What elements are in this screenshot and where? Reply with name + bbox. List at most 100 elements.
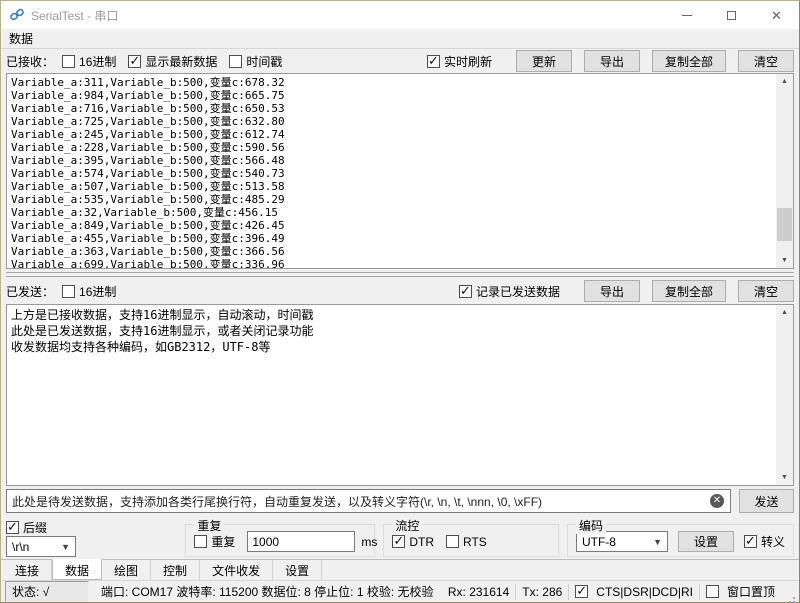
checkbox-icon[interactable]	[706, 585, 719, 598]
tab[interactable]: 设置	[273, 560, 322, 580]
send-input-wrap: ✕	[6, 489, 731, 513]
checkbox-icon[interactable]	[392, 535, 405, 548]
received-toolbar: 已接收： 16进制 显示最新数据 时间戳 实时刷新 更新导出复制全部清空	[1, 49, 799, 73]
tab[interactable]: 文件收发	[200, 560, 273, 580]
clear-input-icon[interactable]: ✕	[710, 494, 724, 508]
chevron-down-icon: ▼	[61, 542, 70, 552]
encoding-group: 编码 UTF-8 ▼ 设置 转义	[567, 524, 794, 557]
close-icon: ✕	[771, 9, 782, 22]
received-line: Variable_a:363,Variable_b:500,变量c:366.56	[11, 245, 771, 258]
checkbox-icon[interactable]	[427, 55, 440, 68]
status-state-box: 状态: √	[5, 581, 89, 602]
checkbox-icon[interactable]	[744, 535, 757, 548]
received-action-button[interactable]: 更新	[516, 50, 572, 72]
received-button-group: 更新导出复制全部清空	[504, 50, 794, 72]
scroll-up-icon[interactable]: ▲	[776, 74, 793, 89]
record-sent-checkbox[interactable]: 记录已发送数据	[459, 283, 560, 300]
sent-data-pane[interactable]: 上方是已接收数据，支持16进制显示，自动滚动，时间戳此处是已发送数据，支持16进…	[6, 304, 794, 486]
received-scrollbar[interactable]: ▲ ▼	[776, 74, 793, 268]
checkbox-icon[interactable]	[194, 535, 207, 548]
encoding-set-button[interactable]: 设置	[678, 531, 734, 552]
repeat-checkbox[interactable]: 重复	[194, 533, 235, 550]
status-bar: 状态: √ 端口: COM17 波特率: 115200 数据位: 8 停止位: …	[1, 580, 799, 602]
sent-lines: 上方是已接收数据，支持16进制显示，自动滚动，时间戳此处是已发送数据，支持16进…	[7, 306, 775, 485]
send-button[interactable]: 发送	[739, 489, 794, 513]
received-line: Variable_a:984,Variable_b:500,变量c:665.75	[11, 89, 771, 102]
tx-counter: Tx: 286	[515, 584, 568, 600]
menu-data[interactable]: 数据	[1, 28, 41, 49]
received-data-pane[interactable]: Variable_a:311,Variable_b:500,变量c:678.32…	[6, 73, 794, 269]
received-option-checkbox[interactable]: 显示最新数据	[128, 53, 217, 70]
sent-line: 上方是已接收数据，支持16进制显示，自动滚动，时间戳	[11, 307, 771, 323]
received-line: Variable_a:228,Variable_b:500,变量c:590.56	[11, 141, 771, 154]
received-option-checkbox[interactable]: 时间戳	[229, 53, 282, 70]
checkbox-icon[interactable]	[229, 55, 242, 68]
minimize-button[interactable]	[664, 1, 709, 29]
encoding-select[interactable]: UTF-8 ▼	[576, 531, 668, 552]
menu-bar: 数据	[1, 29, 799, 49]
title-bar: SerialTest - 串口 ✕	[1, 1, 799, 29]
checkbox-icon[interactable]	[62, 55, 75, 68]
suffix-section: 后缀 \r\n ▼	[6, 518, 185, 557]
minimize-icon	[682, 15, 692, 16]
repeat-group: 重复 重复 ms	[185, 524, 375, 557]
escape-checkbox[interactable]: 转义	[744, 533, 785, 550]
received-line: Variable_a:311,Variable_b:500,变量c:678.32	[11, 76, 771, 89]
signals-checkbox[interactable]: CTS|DSR|DCD|RI	[575, 585, 693, 599]
checkbox-icon[interactable]	[446, 535, 459, 548]
received-action-button[interactable]: 导出	[584, 50, 640, 72]
splitter-handle[interactable]	[6, 269, 794, 278]
flow-control-group: 流控 DTR RTS	[383, 524, 559, 557]
window-topmost-checkbox[interactable]: 窗口置顶	[706, 583, 775, 600]
sent-action-button[interactable]: 导出	[584, 280, 640, 302]
received-line: Variable_a:395,Variable_b:500,变量c:566.48	[11, 154, 771, 167]
received-line: Variable_a:32,Variable_b:500,变量c:456.15	[11, 206, 771, 219]
port-info: 端口: COM17 波特率: 115200 数据位: 8 停止位: 1 校验: …	[101, 583, 434, 600]
send-input[interactable]	[6, 489, 731, 513]
sent-line: 此处是已发送数据，支持16进制显示，或者关闭记录功能	[11, 323, 771, 339]
sent-button-group: 导出复制全部清空	[572, 280, 794, 302]
checkbox-icon[interactable]	[459, 285, 472, 298]
received-line: Variable_a:535,Variable_b:500,变量c:485.29	[11, 193, 771, 206]
realtime-refresh-checkbox[interactable]: 实时刷新	[427, 53, 492, 70]
rx-counter: Rx: 231614	[442, 584, 515, 600]
tab[interactable]: 控制	[151, 560, 200, 580]
tab-bar: 连接数据绘图控制文件收发设置	[1, 559, 799, 580]
app-icon	[9, 7, 25, 23]
received-action-button[interactable]: 复制全部	[652, 50, 726, 72]
repeat-interval-input[interactable]	[247, 531, 355, 552]
scrollbar-thumb[interactable]	[777, 208, 792, 241]
sent-action-button[interactable]: 复制全部	[652, 280, 726, 302]
close-button[interactable]: ✕	[754, 1, 799, 29]
suffix-checkbox[interactable]: 后缀	[6, 519, 185, 536]
tab[interactable]: 数据	[52, 559, 102, 580]
resize-grip[interactable]	[783, 583, 797, 601]
received-option-checkbox[interactable]: 16进制	[62, 53, 116, 70]
scroll-down-icon[interactable]: ▼	[776, 253, 793, 268]
checkbox-icon[interactable]	[575, 585, 588, 598]
topmost-item: 窗口置顶	[699, 584, 781, 600]
received-lines: Variable_a:311,Variable_b:500,变量c:678.32…	[7, 75, 775, 268]
received-line: Variable_a:725,Variable_b:500,变量c:632.80	[11, 115, 771, 128]
scroll-down-icon[interactable]: ▼	[776, 470, 793, 485]
sent-hex-checkbox[interactable]: 16进制	[62, 283, 116, 300]
serialtest-window: SerialTest - 串口 ✕ 数据 已接收： 16进制 显示最新数据 时间…	[0, 0, 800, 603]
checkbox-icon[interactable]	[128, 55, 141, 68]
window-title: SerialTest - 串口	[31, 7, 118, 24]
dtr-checkbox[interactable]: DTR	[392, 535, 434, 549]
sent-action-button[interactable]: 清空	[738, 280, 794, 302]
rts-checkbox[interactable]: RTS	[446, 535, 487, 549]
received-line: Variable_a:716,Variable_b:500,变量c:650.53	[11, 102, 771, 115]
received-label: 已接收：	[6, 53, 54, 70]
maximize-button[interactable]	[709, 1, 754, 29]
received-action-button[interactable]: 清空	[738, 50, 794, 72]
options-row: 后缀 \r\n ▼ 重复 重复 ms 流控 DTR RTS	[1, 516, 799, 559]
checkbox-icon[interactable]	[62, 285, 75, 298]
checkbox-icon[interactable]	[6, 521, 19, 534]
maximize-icon	[727, 11, 736, 20]
tab[interactable]: 连接	[3, 560, 52, 580]
sent-scrollbar[interactable]: ▲ ▼	[776, 305, 793, 485]
suffix-select[interactable]: \r\n ▼	[6, 536, 76, 557]
tab[interactable]: 绘图	[102, 560, 151, 580]
scroll-up-icon[interactable]: ▲	[776, 305, 793, 320]
